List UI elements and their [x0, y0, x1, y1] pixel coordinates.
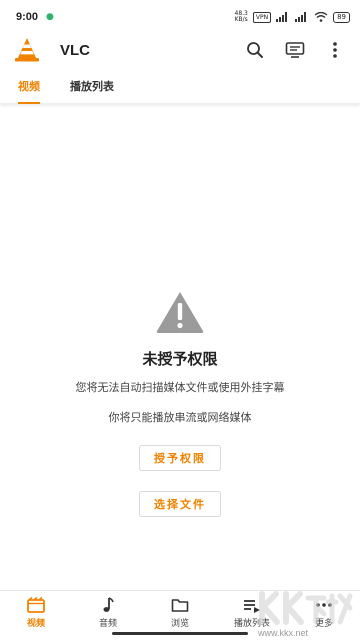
vlc-logo-icon — [15, 38, 39, 62]
search-button[interactable] — [244, 39, 266, 61]
tab-playlists[interactable]: 播放列表 — [70, 72, 114, 104]
watermark-logo-icon — [259, 591, 353, 625]
tab-playlists-label: 播放列表 — [70, 80, 114, 93]
folder-icon — [171, 599, 189, 612]
nav-label-video: 视频 — [26, 619, 45, 629]
permission-empty-state: 未授予权限 您将无法自动扫描媒体文件或使用外挂字幕 你将只能播放串流或网络媒体 … — [0, 290, 360, 517]
signal-icon — [276, 12, 288, 22]
signal-icon-2 — [295, 12, 307, 22]
battery-indicator: 89 — [333, 11, 350, 23]
app-actions — [244, 39, 346, 61]
app-bar: VLC — [0, 34, 360, 66]
wifi-icon — [314, 12, 328, 22]
tab-videos-label: 视频 — [18, 80, 40, 93]
vpn-badge: VPN — [252, 11, 272, 23]
status-icons: 48.3 KB/s VPN 89 — [235, 11, 350, 23]
renderer-button[interactable] — [284, 39, 306, 61]
status-bar: 9:00 ● 48.3 KB/s VPN 89 — [0, 0, 360, 34]
watermark-site: www.kkx.net — [258, 628, 309, 638]
app-title: VLC — [60, 41, 90, 59]
tab-bar: 视频 播放列表 — [0, 72, 360, 104]
nav-label-browse: 浏览 — [170, 619, 189, 629]
tab-active-indicator — [18, 102, 40, 104]
choose-file-button[interactable]: 选择文件 — [139, 491, 221, 517]
nav-label-audio: 音频 — [98, 619, 117, 629]
activity-icon: ● — [46, 12, 54, 22]
grant-permission-button[interactable]: 授予权限 — [139, 445, 221, 471]
video-icon — [27, 597, 45, 613]
search-icon — [247, 42, 263, 58]
nav-item-video[interactable]: 视频 — [0, 591, 72, 640]
cast-screen-icon — [285, 42, 305, 58]
tab-videos[interactable]: 视频 — [18, 72, 40, 104]
status-time: 9:00 — [16, 11, 39, 23]
empty-state-message-2: 你将只能播放串流或网络媒体 — [108, 411, 252, 424]
music-note-icon — [103, 597, 114, 612]
network-speed-unit: KB/s — [234, 16, 248, 23]
watermark: www.kkx.net — [250, 588, 358, 640]
network-speed: 48.3 KB/s — [235, 11, 248, 23]
empty-state-message-1: 您将无法自动扫描媒体文件或使用外挂字幕 — [75, 381, 285, 394]
warning-icon — [156, 292, 204, 333]
overflow-menu-button[interactable] — [324, 39, 346, 61]
more-vertical-icon — [333, 42, 337, 58]
empty-state-title: 未授予权限 — [142, 350, 218, 368]
home-indicator[interactable] — [112, 632, 248, 635]
